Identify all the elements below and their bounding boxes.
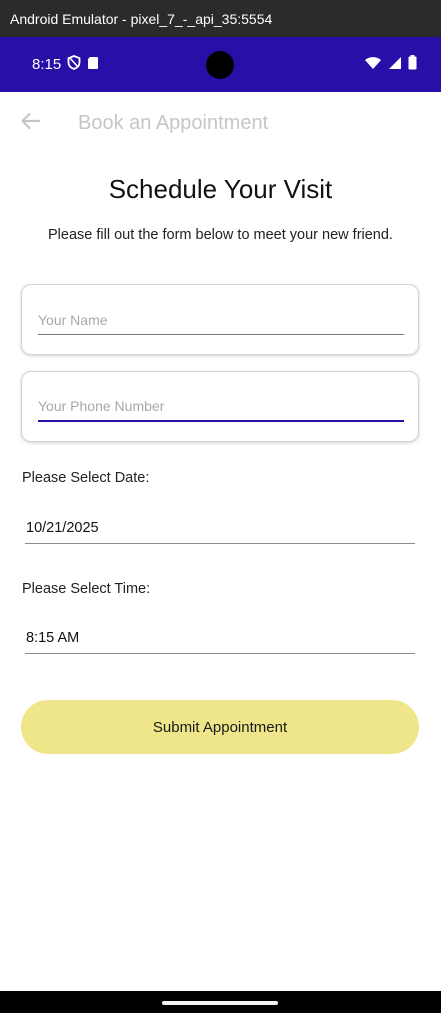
emulator-title: Android Emulator - pixel_7_-_api_35:5554 [10,10,273,27]
sim-card-icon [87,56,99,74]
time-picker[interactable]: 8:15 AM [25,624,415,654]
submit-appointment-button[interactable]: Submit Appointment [21,700,419,754]
name-input[interactable] [38,305,404,335]
back-button[interactable] [2,92,58,154]
phone-input[interactable] [38,392,404,422]
page-title: Schedule Your Visit [108,174,333,204]
phone-field-card [21,371,419,442]
wifi-icon [364,55,382,74]
name-field-card [21,284,419,355]
app-bar-title: Book an Appointment [78,111,269,134]
home-gesture-handle[interactable] [162,1001,278,1005]
date-label: Please Select Date: [22,470,150,486]
date-picker[interactable]: 10/21/2025 [25,514,415,544]
app-bar: Book an Appointment [0,92,441,154]
status-time: 8:15 [32,56,62,73]
status-right [364,55,417,74]
cell-signal-icon [388,55,402,74]
time-value: 8:15 AM [26,630,80,646]
time-label: Please Select Time: [22,581,151,597]
page-subtitle: Please fill out the form below to meet y… [48,227,393,243]
date-value: 10/21/2025 [26,520,99,536]
arrow-back-icon [20,112,41,134]
camera-cutout [206,51,234,79]
status-left: 8:15 [32,55,99,74]
status-bar: 8:15 [0,37,441,92]
navigation-bar [0,991,441,1013]
emulator-title-bar: Android Emulator - pixel_7_-_api_35:5554 [0,0,441,37]
battery-icon [408,55,417,74]
shield-icon [67,55,81,74]
